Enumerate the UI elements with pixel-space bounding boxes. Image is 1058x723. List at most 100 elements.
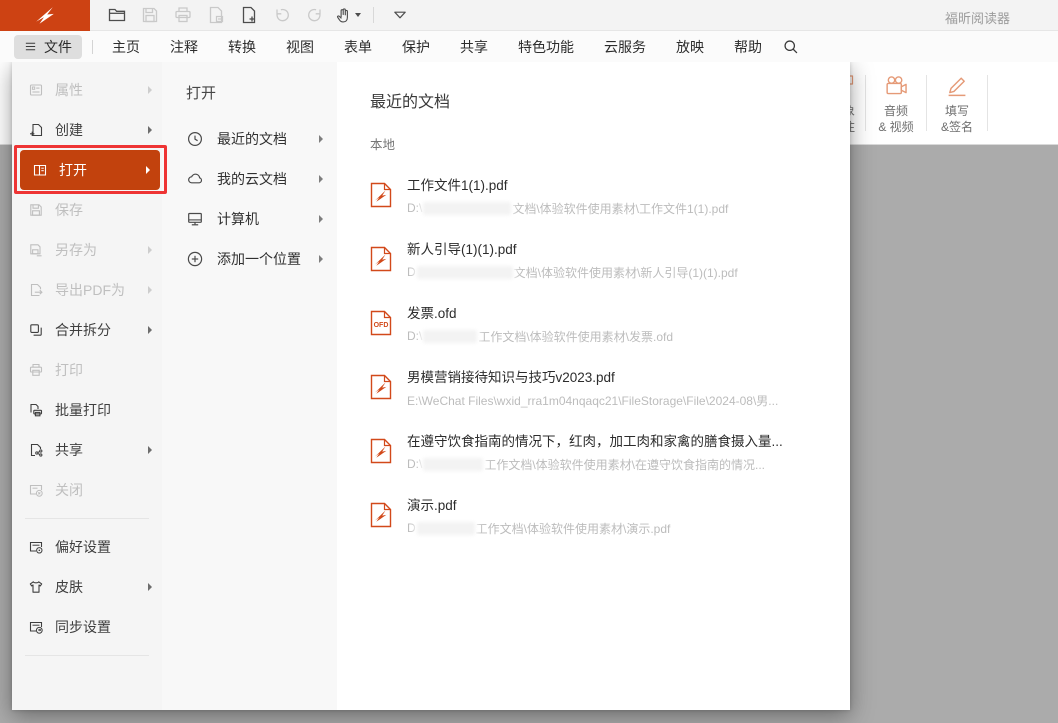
menu-item-label: 属性: [55, 80, 83, 100]
sidebar-item-save: 保存: [12, 190, 162, 230]
tab-form[interactable]: 表单: [329, 37, 387, 57]
sidebar-item-sync-settings[interactable]: 同步设置: [12, 607, 162, 647]
menu-item-label: 合并拆分: [55, 320, 111, 340]
doc-path-suffix: 文档\体验软件使用素材\新人引导(1)(1).pdf: [514, 264, 738, 281]
menu-item-label: 保存: [55, 200, 83, 220]
tab-view[interactable]: 视图: [271, 37, 329, 57]
menu-divider: [25, 655, 149, 656]
pdf-file-icon: [370, 374, 392, 400]
save-as-icon: [28, 242, 44, 258]
menu-item-label: 同步设置: [55, 617, 111, 637]
doc-path-suffix: 工作文档\体验软件使用素材\在遵守饮食指南的情况...: [484, 456, 765, 473]
sidebar-item-share[interactable]: 共享: [12, 430, 162, 470]
doc-path-prefix: D:\: [407, 457, 422, 471]
file-menu-button[interactable]: 文件: [14, 35, 82, 59]
open-item-computer[interactable]: 计算机: [162, 199, 337, 239]
open-active-highlight[interactable]: 打开: [20, 150, 160, 190]
tab-comment[interactable]: 注释: [155, 37, 213, 57]
open-item-my-cloud-documents[interactable]: 我的云文档: [162, 159, 337, 199]
preferences-icon: [28, 539, 44, 555]
qat-redo-button: [298, 2, 331, 28]
recent-doc-row[interactable]: 男模营销接待知识与技巧v2023.pdf E:\WeChat Files\wxi…: [370, 355, 830, 419]
submenu-item-label: 计算机: [217, 209, 259, 229]
doc-path-prefix: E:\WeChat Files\wxid_rra1m04nqaqc21\File…: [407, 392, 778, 409]
ofd-file-icon: OFD: [370, 310, 392, 336]
tab-special-features[interactable]: 特色功能: [503, 37, 589, 57]
sidebar-item-skin[interactable]: 皮肤: [12, 567, 162, 607]
computer-icon: [186, 210, 204, 228]
doc-path-suffix: 工作文档\体验软件使用素材\演示.pdf: [476, 520, 671, 537]
window-title: 福昕阅读器: [945, 8, 1010, 27]
redacted-path-segment: [417, 522, 475, 535]
search-button[interactable]: [782, 38, 800, 56]
app-logo[interactable]: [0, 0, 90, 31]
qat-save-button: [133, 2, 166, 28]
ribbon-separator: [865, 75, 866, 131]
doc-text: 在遵守饮食指南的情况下，红肉，加工肉和家禽的膳食摄入量... D:\ 工作文档\…: [407, 430, 783, 473]
chevron-down-icon: [390, 5, 410, 25]
sidebar-item-create[interactable]: 创建: [12, 110, 162, 150]
doc-text: 工作文件1(1).pdf D:\ 文档\体验软件使用素材\工作文件1(1).pd…: [407, 174, 728, 217]
doc-text: 演示.pdf D 工作文档\体验软件使用素材\演示.pdf: [407, 494, 670, 537]
sidebar-item-properties: 属性: [12, 70, 162, 110]
sync-settings-icon: [28, 619, 44, 635]
ribbon-button-fill-sign[interactable]: 填写 &签名: [930, 70, 984, 135]
close-document-icon: [28, 482, 44, 498]
recent-doc-row[interactable]: 在遵守饮食指南的情况下，红肉，加工肉和家禽的膳食摄入量... D:\ 工作文档\…: [370, 419, 830, 483]
foxit-logo-icon: [34, 4, 56, 26]
open-item-add-a-place[interactable]: 添加一个位置: [162, 239, 337, 279]
doc-path-suffix: 文档\体验软件使用素材\工作文件1(1).pdf: [512, 200, 728, 217]
hand-tool-icon: [334, 6, 353, 25]
qat-more-tools-button[interactable]: [383, 2, 416, 28]
print-icon: [28, 362, 44, 378]
tab-home[interactable]: 主页: [97, 37, 155, 57]
submenu-arrow-icon: [319, 175, 323, 183]
doc-name: 男模营销接待知识与技巧v2023.pdf: [407, 366, 778, 386]
sidebar-item-open[interactable]: 打开: [12, 150, 162, 190]
redacted-path-segment: [417, 266, 513, 279]
qat-new-document-button[interactable]: [232, 2, 265, 28]
file-menu-column: 属性 创建 打开 保存 另存为: [12, 62, 162, 710]
tab-slideshow[interactable]: 放映: [661, 37, 719, 57]
skin-icon: [28, 579, 44, 595]
doc-name: 在遵守饮食指南的情况下，红肉，加工肉和家禽的膳食摄入量...: [407, 430, 783, 450]
new-document-icon: [239, 5, 259, 25]
save-icon: [140, 5, 160, 25]
tab-separator: [92, 40, 93, 54]
tab-protect[interactable]: 保护: [387, 37, 445, 57]
ribbon-button-audio-video[interactable]: 音频 & 视频: [869, 70, 923, 135]
printer-icon: [173, 5, 193, 25]
tab-convert[interactable]: 转换: [213, 37, 271, 57]
sidebar-item-preferences[interactable]: 偏好设置: [12, 527, 162, 567]
sidebar-item-batch-print[interactable]: 批量打印: [12, 390, 162, 430]
open-submenu-title: 打开: [162, 82, 337, 103]
tab-share[interactable]: 共享: [445, 37, 503, 57]
submenu-arrow-icon: [146, 166, 150, 174]
save-icon: [28, 202, 44, 218]
quick-access-toolbar: [100, 2, 416, 28]
qat-print-button: [166, 2, 199, 28]
qat-undo-button: [265, 2, 298, 28]
menu-item-label: 偏好设置: [55, 537, 111, 557]
menu-item-label: 打开: [59, 160, 87, 180]
recent-doc-row[interactable]: 新人引导(1)(1).pdf D 文档\体验软件使用素材\新人引导(1)(1).…: [370, 227, 830, 291]
doc-path-prefix: D:\: [407, 329, 422, 343]
app-body: 象 注 音频 & 视频 填写 &签名 属性: [0, 62, 1058, 723]
submenu-arrow-icon: [148, 326, 152, 334]
tab-help[interactable]: 帮助: [719, 37, 777, 57]
recent-doc-row[interactable]: 演示.pdf D 工作文档\体验软件使用素材\演示.pdf: [370, 483, 830, 547]
doc-path: D:\ 工作文档\体验软件使用素材\在遵守饮食指南的情况...: [407, 456, 783, 473]
recent-doc-row[interactable]: OFD 发票.ofd D:\ 工作文档\体验软件使用素材\发票.ofd: [370, 291, 830, 355]
doc-name: 发票.ofd: [407, 302, 673, 322]
submenu-item-label: 添加一个位置: [217, 249, 301, 269]
export-pdf-icon: [28, 282, 44, 298]
qat-open-button[interactable]: [100, 2, 133, 28]
doc-text: 发票.ofd D:\ 工作文档\体验软件使用素材\发票.ofd: [407, 302, 673, 345]
submenu-arrow-icon: [148, 286, 152, 294]
recent-doc-row[interactable]: 工作文件1(1).pdf D:\ 文档\体验软件使用素材\工作文件1(1).pd…: [370, 163, 830, 227]
menu-item-label: 另存为: [55, 240, 97, 260]
qat-hand-tool-button[interactable]: [331, 2, 364, 28]
tab-cloud-services[interactable]: 云服务: [589, 37, 661, 57]
open-item-recent-documents[interactable]: 最近的文档: [162, 119, 337, 159]
sidebar-item-merge-split[interactable]: 合并拆分: [12, 310, 162, 350]
